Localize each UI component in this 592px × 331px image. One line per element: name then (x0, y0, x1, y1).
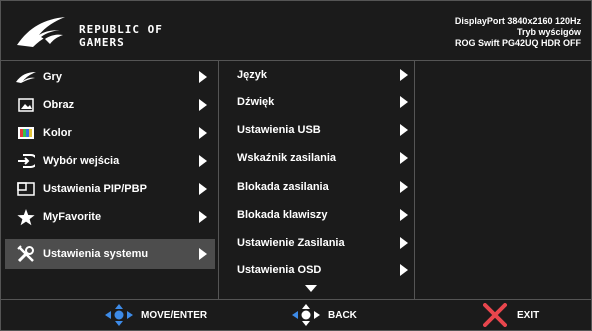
chevron-right-icon (400, 264, 408, 276)
chevron-right-icon (400, 69, 408, 81)
submenu-item-jezyk[interactable]: Język (219, 61, 414, 89)
rog-eye-icon (13, 68, 39, 86)
chevron-right-icon (199, 183, 207, 195)
chevron-right-icon (199, 71, 207, 83)
submenu-item-blokada-zasilania[interactable]: Blokada zasilania (219, 173, 414, 201)
rog-logo-icon (17, 17, 69, 47)
input-icon (13, 152, 39, 170)
menu-item-label: Kolor (43, 127, 72, 139)
dpad-icon (105, 304, 133, 326)
exit-button[interactable]: EXIT (483, 300, 539, 330)
submenu-item-label: Dźwięk (237, 96, 275, 108)
image-icon (13, 96, 39, 114)
submenu-item-label: Blokada zasilania (237, 181, 329, 193)
chevron-right-icon (199, 155, 207, 167)
star-icon (13, 208, 39, 226)
brand-text: REPUBLIC OF GAMERS (79, 23, 163, 49)
submenu-item-ustawienia-osd[interactable]: Ustawienia OSD (219, 256, 414, 284)
close-icon (483, 303, 507, 327)
menu-item-label: Ustawienia systemu (43, 248, 149, 260)
osd-window: REPUBLIC OF GAMERS DisplayPort 3840x2160… (0, 0, 592, 331)
submenu-item-ustawienie-zasilania[interactable]: Ustawienie Zasilania (219, 229, 414, 257)
osd-footer: MOVE/ENTER BACK EXIT (1, 299, 591, 330)
submenu: Język Dźwięk Ustawienia USB Wskaźnik zas… (219, 61, 415, 299)
menu-item-wybor-wejscia[interactable]: Wybór wejścia (5, 147, 215, 175)
main-menu: Gry Obraz Kolor Wybór wejścia Ustawienia… (1, 61, 219, 299)
chevron-right-icon (400, 237, 408, 249)
status-line-1: DisplayPort 3840x2160 120Hz (454, 16, 581, 26)
submenu-item-label: Blokada klawiszy (237, 209, 328, 221)
menu-item-label: Ustawienia PIP/PBP (43, 183, 147, 195)
move-enter-label: MOVE/ENTER (141, 309, 208, 321)
chevron-right-icon (199, 99, 207, 111)
chevron-right-icon (400, 96, 408, 108)
status-line-3: ROG Swift PG42UQ HDR OFF (454, 38, 581, 48)
submenu-item-label: Ustawienia OSD (237, 264, 322, 276)
chevron-right-icon (400, 181, 408, 193)
status-line-2: Tryb wyścigów (516, 27, 581, 37)
dpad-back-icon (292, 304, 320, 326)
menu-item-pip-pbp[interactable]: Ustawienia PIP/PBP (5, 175, 215, 203)
menu-item-label: MyFavorite (43, 211, 102, 223)
menu-item-gry[interactable]: Gry (5, 63, 215, 91)
menu-item-label: Gry (43, 71, 62, 83)
move-enter-button[interactable]: MOVE/ENTER (105, 300, 207, 330)
input-status: DisplayPort 3840x2160 120Hz Tryb wyścigó… (455, 16, 581, 49)
submenu-item-label: Ustawienie Zasilania (237, 237, 345, 249)
submenu-item-label: Język (237, 69, 267, 81)
osd-header: REPUBLIC OF GAMERS DisplayPort 3840x2160… (1, 1, 591, 61)
chevron-right-icon (400, 152, 408, 164)
submenu-item-label: Wskaźnik zasilania (237, 152, 337, 164)
menu-item-myfavorite[interactable]: MyFavorite (5, 203, 215, 231)
submenu-item-ustawienia-usb[interactable]: Ustawienia USB (219, 116, 414, 144)
submenu-item-label: Ustawienia USB (237, 124, 321, 136)
submenu-item-wskaznik-zasilania[interactable]: Wskaźnik zasilania (219, 144, 414, 172)
submenu-item-blokada-klawiszy[interactable]: Blokada klawiszy (219, 201, 414, 229)
brand-line-2: GAMERS (79, 36, 125, 49)
color-bars-icon (13, 124, 39, 142)
brand-line-1: REPUBLIC OF (79, 23, 163, 36)
chevron-right-icon (199, 248, 207, 260)
chevron-right-icon (400, 124, 408, 136)
menu-item-kolor[interactable]: Kolor (5, 119, 215, 147)
submenu-item-dzwiek[interactable]: Dźwięk (219, 88, 414, 116)
exit-label: EXIT (517, 309, 540, 321)
chevron-down-icon[interactable] (305, 285, 317, 292)
tools-icon (13, 245, 39, 263)
menu-item-label: Wybór wejścia (43, 155, 120, 167)
menu-item-obraz[interactable]: Obraz (5, 91, 215, 119)
pip-icon (13, 180, 39, 198)
back-button[interactable]: BACK (292, 300, 357, 330)
chevron-right-icon (199, 127, 207, 139)
value-panel (415, 61, 591, 299)
chevron-right-icon (400, 209, 408, 221)
back-label: BACK (328, 309, 357, 321)
menu-item-label: Obraz (43, 99, 75, 111)
chevron-right-icon (199, 211, 207, 223)
menu-item-ustawienia-systemu[interactable]: Ustawienia systemu (5, 239, 215, 269)
